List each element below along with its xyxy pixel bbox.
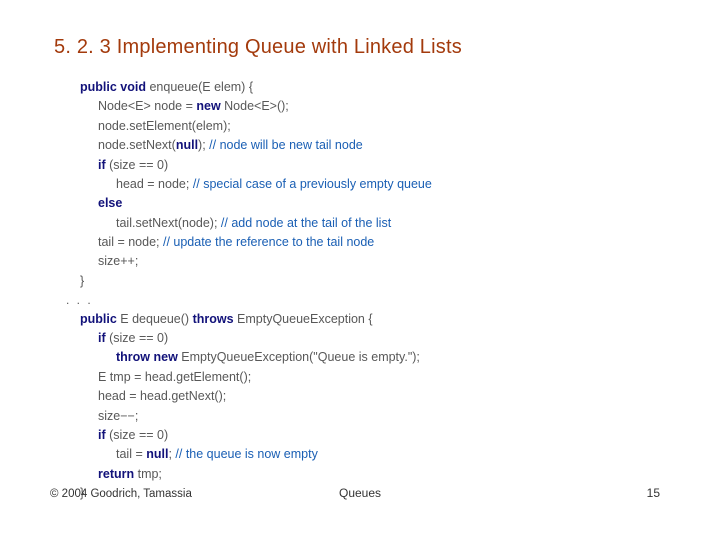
- text: (size == 0): [106, 331, 169, 345]
- kw: public void: [80, 80, 146, 94]
- text: size−−;: [98, 409, 138, 423]
- text: tail =: [116, 447, 146, 461]
- comment: // add node at the tail of the list: [221, 216, 391, 230]
- kw: if: [98, 158, 106, 172]
- text: Node<E>();: [221, 99, 289, 113]
- kw: null: [176, 138, 198, 152]
- text: E dequeue(): [117, 312, 193, 326]
- text: EmptyQueueException("Queue is empty.");: [178, 350, 420, 364]
- text: tail.setNext(node);: [116, 216, 221, 230]
- text: Node<E> node =: [98, 99, 196, 113]
- ellipsis: . . .: [66, 293, 93, 307]
- kw: throw new: [116, 350, 178, 364]
- comment: // special case of a previously empty qu…: [193, 177, 432, 191]
- text: enqueue(E elem) {: [146, 80, 253, 94]
- slide-title: 5. 2. 3 Implementing Queue with Linked L…: [54, 36, 462, 59]
- kw: public: [80, 312, 117, 326]
- comment: // the queue is now empty: [175, 447, 317, 461]
- text: tail = node;: [98, 235, 163, 249]
- text: E tmp = head.getElement();: [98, 370, 251, 384]
- text: EmptyQueueException {: [234, 312, 373, 326]
- text: size++;: [98, 254, 138, 268]
- comment: // update the reference to the tail node: [163, 235, 374, 249]
- text: (size == 0): [106, 158, 169, 172]
- text: (size == 0): [106, 428, 169, 442]
- footer-title: Queues: [0, 486, 720, 500]
- text: tmp;: [134, 467, 162, 481]
- text: head = node;: [116, 177, 193, 191]
- text: );: [198, 138, 209, 152]
- text: node.setElement(elem);: [98, 119, 231, 133]
- kw: if: [98, 331, 106, 345]
- text: node.setNext(: [98, 138, 176, 152]
- text: }: [80, 274, 84, 288]
- kw: throws: [193, 312, 234, 326]
- comment: // node will be new tail node: [209, 138, 363, 152]
- kw: new: [196, 99, 220, 113]
- text: head = head.getNext();: [98, 389, 226, 403]
- kw: null: [146, 447, 168, 461]
- kw: if: [98, 428, 106, 442]
- kw: return: [98, 467, 134, 481]
- kw: else: [98, 196, 122, 210]
- page-number: 15: [647, 486, 660, 500]
- code-listing: public void enqueue(E elem) { Node<E> no…: [80, 78, 432, 503]
